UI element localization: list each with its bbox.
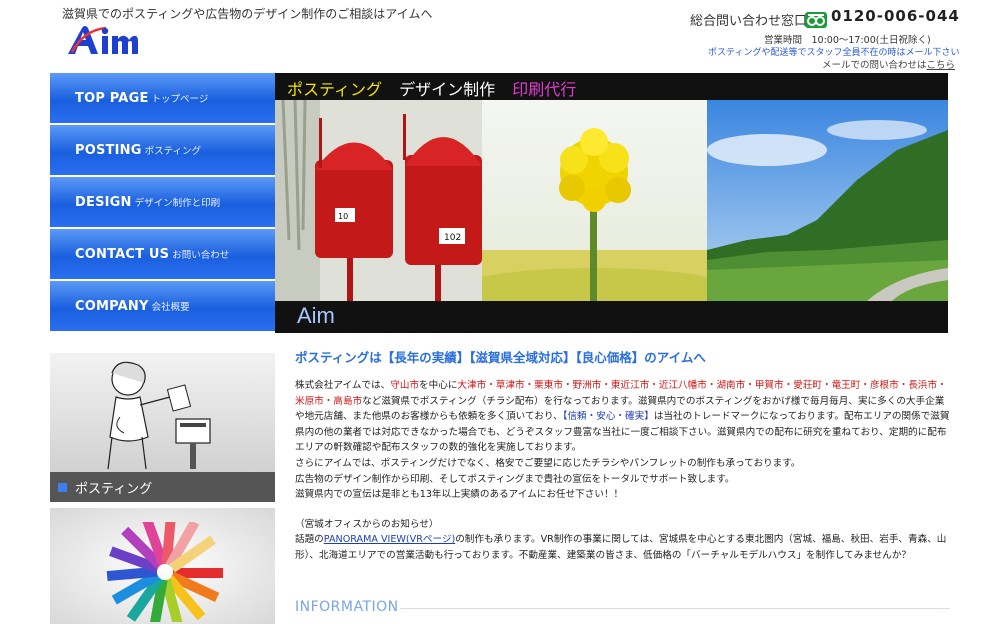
mail-contact-link[interactable]: こちら [927,60,956,71]
nav-label-jp: ポスティング [144,146,202,157]
panorama-view-link[interactable]: PANORAMA VIEW(VRページ) [324,534,455,545]
bullet-square-icon [58,482,67,492]
aim-logo[interactable] [66,22,138,56]
nav-item-design[interactable]: DESIGN デザイン制作と印刷 [50,177,275,227]
mailbox-number-right: 102 [444,233,461,243]
hero-categories: ポスティング デザイン制作 印刷代行 [287,76,588,100]
closing-paragraph: 滋賀県内での宣伝は是非とも13年以上実績のあるアイムにお任せ下さい！！ [295,489,624,501]
support-paragraph: 広告物のデザイン制作から印刷、そしてポスティングまで貴社の宣伝をトータルでサポー… [295,473,735,485]
intro-text-a: 株式会社アイムでは、 [295,380,391,391]
miyagi-text-a: 話題の [295,534,324,546]
nav-label-en: POSTING [75,142,142,158]
mail-contact-line: メールでの問い合わせはこちら [822,57,955,71]
information-heading: INFORMATION [295,599,399,615]
hero-category-printing: 印刷代行 [512,80,577,99]
freedial-icon [805,12,827,28]
main-nav: TOP PAGE トップページ POSTING ポスティング DESIGN デザイン制… [50,73,275,333]
miyagi-paragraph: 話題のPANORAMA VIEW(VRページ)の制作も承ります。VR制作の事業に… [295,532,950,563]
posting-card[interactable]: ポスティング [50,353,275,502]
nav-label-jp: 会社概要 [151,302,190,313]
rapeseed-flower-photo [482,100,707,301]
nav-label-en: TOP PAGE [75,90,149,106]
nav-item-top-page[interactable]: TOP PAGE トップページ [50,73,275,123]
business-hours: 営業時間 10:00～17:00(土日祝除く) [764,35,931,46]
nav-label-en: CONTACT US [75,246,170,262]
hero-category-posting: ポスティング [287,80,383,99]
contact-label: 総合問い合わせ窓口 [690,14,808,29]
nav-item-company[interactable]: COMPANY 会社概要 [50,281,275,331]
mailbox-number-left: 10 [338,212,348,221]
miyagi-title: （宮城オフィスからのお知らせ） [295,518,439,530]
site-tagline: 滋賀県でのポスティングや広告物のデザイン制作のご相談はアイムへ [62,7,433,21]
nav-item-posting[interactable]: POSTING ポスティング [50,125,275,175]
intro-paragraph: 株式会社アイムでは、守山市を中心に大津市・草津市・栗東市・野洲市・東近江市・近江… [295,378,950,456]
mail-contact-prefix: メールでの問い合わせは [822,60,927,71]
color-chalk-illustration [106,522,223,622]
main-content: ポスティングは【長年の実績】【滋賀県全域対応】【良心価格】のアイムへ 株式会社ア… [295,347,950,564]
intro-text-b: を中心に [419,380,458,391]
nav-item-contact-us[interactable]: CONTACT US お問い合わせ [50,229,275,279]
hero-category-design: デザイン制作 [399,80,496,99]
mailbox-photo: 10 102 [275,100,482,301]
posting-illustration [107,361,211,470]
phone-number[interactable]: 0120-006-044 [831,7,960,25]
nav-label-en: COMPANY [75,298,149,314]
information-divider [400,608,950,609]
hero-banner: ポスティング デザイン制作 印刷代行 10 102 Aim [275,73,948,333]
design-card[interactable] [50,508,275,624]
main-heading: ポスティングは【長年の実績】【滋賀県全域対応】【良心価格】のアイムへ [295,350,706,365]
nav-label-en: DESIGN [75,194,132,210]
mountain-landscape-photo [707,100,948,301]
trust-mark: 【信頼・安心・確実】 [562,411,654,423]
hero-brand: Aim [297,303,335,328]
nav-label-jp: デザイン制作と印刷 [134,198,221,209]
posting-card-label[interactable]: ポスティング [50,472,275,502]
nav-label-jp: お問い合わせ [172,250,230,261]
center-city: 守山市 [390,380,420,391]
posting-card-text: ポスティング [75,481,153,497]
design-paragraph: さらにアイムでは、ポスティングだけでなく、格安でご要望に応じたチラシやパンフレッ… [295,457,801,469]
nav-label-jp: トップページ [151,94,209,105]
